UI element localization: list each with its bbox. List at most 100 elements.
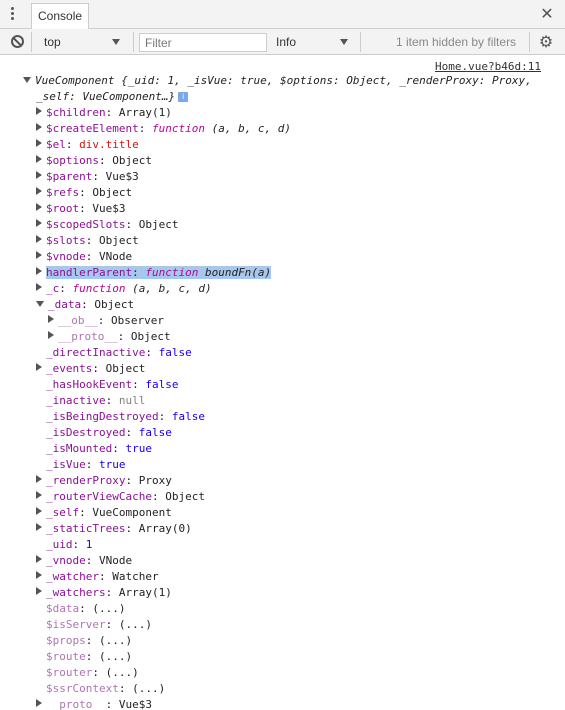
- property-row[interactable]: __proto__: Vue$3: [36, 697, 152, 710]
- property-row[interactable]: _data: Object: [36, 297, 134, 313]
- property-value: Observer: [111, 314, 164, 327]
- expand-arrow-icon[interactable]: [36, 555, 42, 563]
- expand-arrow-icon[interactable]: [36, 267, 42, 275]
- gear-icon[interactable]: ⚙: [538, 34, 554, 50]
- property-row[interactable]: $root: Vue$3: [36, 201, 126, 217]
- property-value: VNode: [99, 250, 133, 263]
- expand-arrow-icon[interactable]: [48, 331, 54, 339]
- source-link[interactable]: Home.vue?b46d:11: [435, 60, 541, 73]
- property-row[interactable]: _c: function (a, b, c, d): [36, 281, 212, 297]
- property-row[interactable]: $refs: Object: [36, 185, 132, 201]
- property-row[interactable]: $parent: Vue$3: [36, 169, 139, 185]
- property-row: _hasHookEvent: false: [46, 378, 179, 391]
- expand-arrow-icon[interactable]: [36, 699, 42, 707]
- chevron-down-icon: [112, 39, 120, 45]
- property-key: $data: [46, 602, 80, 615]
- property-row[interactable]: $children: Array(1): [36, 105, 172, 121]
- info-icon[interactable]: i: [178, 92, 189, 102]
- tab-console[interactable]: Console: [31, 3, 90, 29]
- expand-arrow-icon[interactable]: [36, 155, 42, 163]
- property-row[interactable]: _watcher: Watcher: [36, 569, 159, 585]
- close-icon[interactable]: ✕: [539, 6, 555, 22]
- property-row[interactable]: _staticTrees: Array(0): [36, 521, 192, 537]
- property-value: Array(1): [118, 106, 172, 119]
- divider: [360, 32, 361, 52]
- property-value: Object: [99, 234, 139, 247]
- property-value: Vue$3: [105, 170, 139, 183]
- property-row[interactable]: _vnode: VNode: [36, 553, 132, 569]
- property-row[interactable]: _self: VueComponent: [36, 505, 172, 521]
- property-row[interactable]: _routerViewCache: Object: [36, 489, 205, 505]
- property-row: $data: (...): [46, 602, 126, 615]
- object-summary[interactable]: VueComponent {_uid: 1, _isVue: true, $op…: [23, 73, 532, 89]
- property-key: $options: [46, 154, 99, 167]
- property-key: _renderProxy: [46, 474, 126, 487]
- property-row[interactable]: $slots: Object: [36, 233, 139, 249]
- property-key: _hasHookEvent: [46, 378, 133, 391]
- expand-arrow-icon[interactable]: [36, 571, 42, 579]
- property-row[interactable]: handlerParent: function boundFn(a): [36, 265, 272, 281]
- property-value: true: [99, 458, 126, 471]
- property-row[interactable]: __proto__: Object: [48, 329, 171, 345]
- property-value: Array(0): [138, 522, 192, 535]
- property-row: $route: (...): [46, 650, 133, 663]
- property-value: Object: [138, 218, 179, 231]
- property-value: (...): [105, 666, 139, 679]
- property-row[interactable]: _events: Object: [36, 361, 145, 377]
- property-row[interactable]: $options: Object: [36, 153, 152, 169]
- divider: [31, 32, 32, 52]
- expand-arrow-icon[interactable]: [36, 171, 42, 179]
- expand-arrow-icon[interactable]: [36, 587, 42, 595]
- divider: [133, 32, 134, 52]
- property-row[interactable]: $scopedSlots: Object: [36, 217, 178, 233]
- filter-input[interactable]: [139, 33, 267, 52]
- property-value: null: [118, 394, 146, 407]
- property-value: Object: [165, 490, 205, 503]
- collapse-arrow-icon[interactable]: [36, 301, 44, 307]
- property-key: __proto__: [46, 698, 106, 710]
- property-row[interactable]: _watchers: Array(1): [36, 585, 172, 601]
- expand-arrow-icon[interactable]: [36, 491, 42, 499]
- expand-arrow-icon[interactable]: [36, 363, 42, 371]
- property-key: $props: [46, 634, 86, 647]
- property-row[interactable]: $vnode: VNode: [36, 249, 132, 265]
- property-value: VNode: [99, 554, 133, 567]
- expand-arrow-icon[interactable]: [36, 107, 42, 115]
- property-key: $el: [46, 138, 66, 151]
- property-row: _inactive: null: [46, 394, 146, 407]
- expand-arrow-icon[interactable]: [36, 219, 42, 227]
- property-key: $refs: [46, 186, 80, 199]
- property-row: $props: (...): [46, 634, 133, 647]
- chevron-down-icon: [340, 39, 348, 45]
- property-key: _isBeingDestroyed: [46, 410, 159, 423]
- clear-console-icon[interactable]: [11, 35, 24, 48]
- summary-text: VueComponent {_uid: 1, _isVue: true, $op…: [35, 74, 532, 87]
- property-value: false: [145, 378, 179, 391]
- expand-arrow-icon[interactable]: [36, 507, 42, 515]
- expand-arrow-icon[interactable]: [48, 315, 54, 323]
- more-menu-icon[interactable]: [10, 7, 16, 23]
- property-row[interactable]: _renderProxy: Proxy: [36, 473, 172, 489]
- log-level-select[interactable]: Info: [272, 33, 354, 51]
- expand-arrow-icon[interactable]: [36, 139, 42, 147]
- expand-arrow-icon[interactable]: [36, 187, 42, 195]
- tab-bar: Console ✕: [0, 0, 565, 29]
- expand-arrow-icon[interactable]: [36, 475, 42, 483]
- expand-arrow-icon[interactable]: [36, 203, 42, 211]
- property-row: $isServer: (...): [46, 618, 152, 631]
- context-select[interactable]: top: [38, 33, 128, 51]
- property-row: _uid: 1: [46, 538, 93, 551]
- expand-arrow-icon[interactable]: [36, 123, 42, 131]
- collapse-arrow-icon[interactable]: [23, 77, 31, 83]
- property-row[interactable]: __ob__: Observer: [48, 313, 164, 329]
- property-value: function boundFn(a): [145, 266, 272, 279]
- expand-arrow-icon[interactable]: [36, 283, 42, 291]
- property-key: _vnode: [46, 554, 86, 567]
- property-row[interactable]: $el: div.title: [36, 137, 139, 153]
- expand-arrow-icon[interactable]: [36, 523, 42, 531]
- expand-arrow-icon[interactable]: [36, 251, 42, 259]
- expand-arrow-icon[interactable]: [36, 235, 42, 243]
- log-level-value: Info: [276, 35, 297, 49]
- summary-text-cont: _self: VueComponent…}: [36, 90, 176, 103]
- property-row[interactable]: $createElement: function (a, b, c, d): [36, 121, 291, 137]
